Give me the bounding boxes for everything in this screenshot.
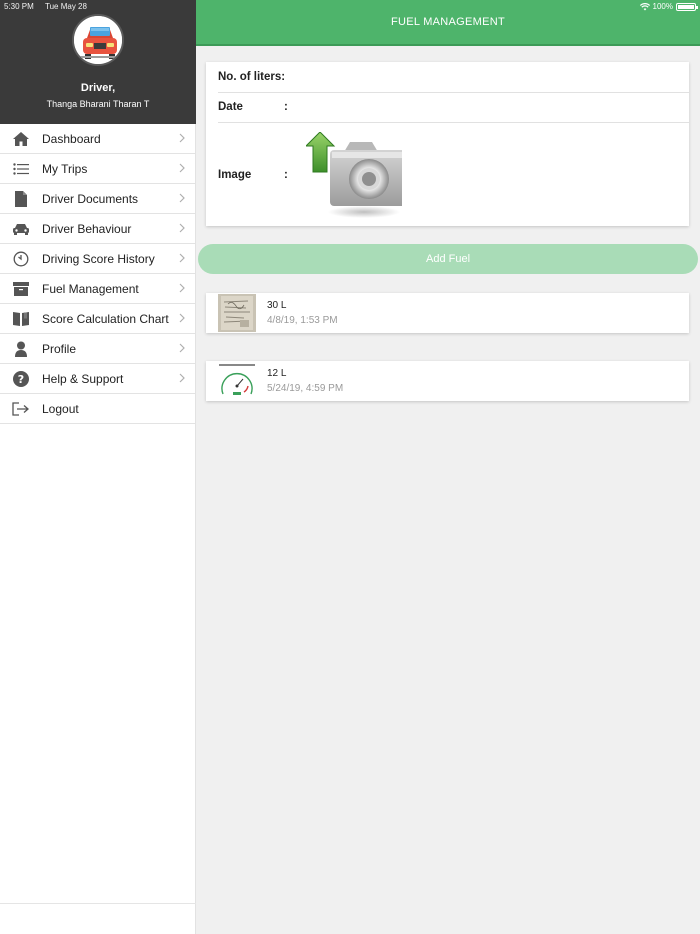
logout-icon — [0, 401, 42, 416]
fuel-entry[interactable]: 12 L 5/24/19, 4:59 PM — [206, 361, 689, 401]
sidebar: Driver, Thanga Bharani Tharan T Dashboar… — [0, 0, 196, 934]
chevron-right-icon — [179, 313, 185, 323]
image-row: Image : — [218, 123, 689, 226]
car-icon — [0, 223, 42, 235]
sidebar-item-fuel-management[interactable]: Fuel Management — [0, 274, 195, 304]
fuel-entry[interactable]: 30 L 4/8/19, 1:53 PM — [206, 293, 689, 333]
status-time: 5:30 PM — [4, 2, 34, 11]
avatar[interactable] — [72, 14, 124, 66]
sidebar-header: Driver, Thanga Bharani Tharan T — [0, 0, 196, 124]
sidebar-item-label: My Trips — [42, 161, 88, 176]
svg-text:?: ? — [18, 373, 24, 386]
chevron-right-icon — [179, 373, 185, 383]
chevron-right-icon — [179, 343, 185, 353]
sidebar-item-label: Driver Behaviour — [42, 221, 132, 236]
sidebar-item-my-trips[interactable]: My Trips — [0, 154, 195, 184]
image-colon: : — [284, 169, 288, 181]
timer-icon — [0, 251, 42, 267]
add-fuel-button[interactable]: Add Fuel — [198, 244, 698, 274]
sidebar-item-profile[interactable]: Profile — [0, 334, 195, 364]
home-icon — [0, 131, 42, 147]
image-label: Image — [218, 169, 252, 181]
document-icon — [0, 190, 42, 207]
sidebar-item-label: Help & Support — [42, 371, 124, 386]
sidebar-divider — [0, 903, 196, 904]
chevron-right-icon — [179, 223, 185, 233]
fuel-liters: 12 L — [267, 368, 287, 379]
sidebar-item-score-calculation-chart[interactable]: Score Calculation Chart — [0, 304, 195, 334]
sidebar-item-label: Logout — [42, 401, 79, 416]
date-label: Date — [218, 101, 243, 113]
sidebar-item-dashboard[interactable]: Dashboard — [0, 124, 195, 154]
chevron-right-icon — [179, 193, 185, 203]
chevron-right-icon — [179, 253, 185, 263]
sidebar-item-label: Profile — [42, 341, 77, 356]
book-icon — [0, 311, 42, 327]
person-icon — [0, 341, 42, 357]
sidebar-item-driving-score-history[interactable]: Driving Score History — [0, 244, 195, 274]
fuel-datetime: 5/24/19, 4:59 PM — [267, 383, 344, 394]
chevron-right-icon — [179, 163, 185, 173]
fuel-liters: 30 L — [267, 300, 287, 311]
liters-label: No. of liters: — [218, 71, 286, 83]
date-colon: : — [284, 101, 288, 113]
sidebar-item-label: Score Calculation Chart — [42, 311, 169, 326]
sidebar-item-driver-behaviour[interactable]: Driver Behaviour — [0, 214, 195, 244]
chevron-right-icon — [179, 283, 185, 293]
wifi-icon — [639, 2, 650, 10]
sidebar-item-label: Driver Documents — [42, 191, 139, 206]
chevron-right-icon — [179, 133, 185, 143]
sidebar-item-logout[interactable]: Logout — [0, 394, 195, 424]
sidebar-item-driver-documents[interactable]: Driver Documents — [0, 184, 195, 214]
help-icon: ? — [0, 370, 42, 387]
sidebar-item-label: Dashboard — [42, 131, 101, 146]
main-content: FUEL MANAGEMENT No. of liters: Date : Im… — [196, 0, 700, 934]
date-row[interactable]: Date : — [218, 93, 689, 123]
battery-percent: 100% — [652, 2, 673, 11]
driver-name: Thanga Bharani Tharan T — [46, 99, 150, 109]
status-bar: 5:30 PM Tue May 28 100% — [0, 0, 700, 13]
car-avatar-icon — [74, 16, 122, 64]
sidebar-item-label: Driving Score History — [42, 251, 155, 266]
fuel-form: No. of liters: Date : Image : — [206, 62, 689, 226]
archive-box-icon — [0, 281, 42, 296]
fuel-datetime: 4/8/19, 1:53 PM — [267, 315, 338, 326]
liters-row[interactable]: No. of liters: — [218, 62, 689, 93]
sidebar-menu: Dashboard My Trips Driver Documents Driv… — [0, 124, 195, 424]
battery-icon — [676, 2, 698, 11]
status-date: Tue May 28 — [45, 2, 87, 11]
sidebar-item-help-support[interactable]: ? Help & Support — [0, 364, 195, 394]
camera-upload-icon — [304, 131, 408, 218]
driver-label: Driver, — [80, 82, 116, 94]
receipt-thumbnail — [218, 294, 256, 332]
upload-image-button[interactable] — [304, 131, 408, 222]
page-title: FUEL MANAGEMENT — [390, 16, 506, 28]
list-icon — [0, 162, 42, 175]
status-indicators: 100% — [639, 2, 698, 11]
sidebar-item-label: Fuel Management — [42, 281, 139, 296]
speedometer-thumbnail — [218, 362, 256, 400]
